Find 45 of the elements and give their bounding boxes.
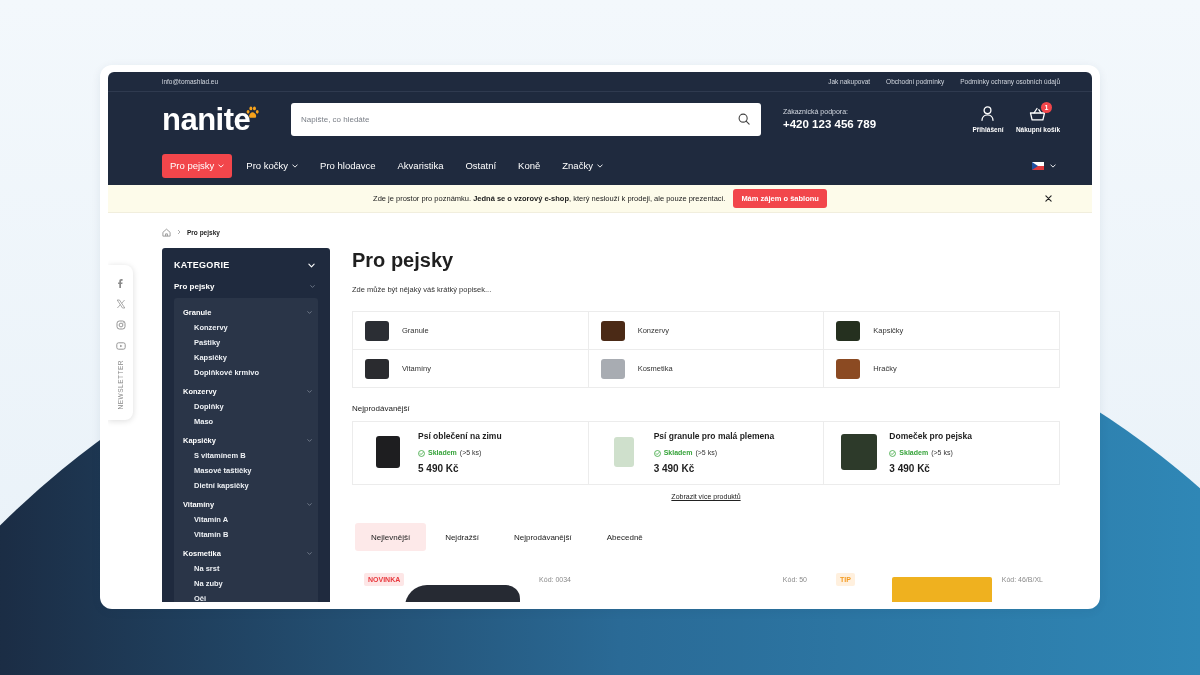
section-heading: Nejprodávanější: [352, 404, 411, 414]
nav-item[interactable]: Pro kočky: [238, 153, 307, 178]
product-name[interactable]: Psí oblečení na zimu: [418, 431, 502, 442]
home-icon[interactable]: [162, 227, 171, 237]
product-price: 5 490 Kč: [418, 463, 460, 475]
product-photo: [836, 358, 861, 379]
sort-tab[interactable]: Abecedně: [590, 523, 659, 551]
close-icon[interactable]: [1045, 195, 1052, 202]
nav-item[interactable]: Ostatní: [457, 153, 505, 178]
user-icon: [981, 105, 995, 121]
nav-item[interactable]: Koně: [510, 153, 549, 178]
nav-item[interactable]: Značky: [554, 153, 611, 178]
product-photo: [613, 437, 634, 467]
logo[interactable]: nanite: [162, 103, 251, 135]
instagram-icon[interactable]: [115, 320, 126, 330]
flag-icon: [1032, 161, 1044, 170]
page-title: Pro pejsky: [352, 248, 455, 272]
phone-number[interactable]: +420 123 456 789: [783, 118, 877, 130]
category-link[interactable]: Pro pejsky: [174, 281, 215, 291]
basket-icon: [1029, 106, 1047, 121]
nav-item[interactable]: Pro pejsky: [162, 153, 233, 178]
product-photo: [365, 358, 389, 379]
sort-tab[interactable]: Nejlevnější: [355, 523, 427, 551]
product-photo: [365, 320, 389, 341]
sort-tab[interactable]: Nejprodávanější: [497, 523, 588, 551]
product-name[interactable]: Domeček pro pejska: [889, 431, 972, 442]
product-photo: [376, 436, 400, 468]
product-photo: [841, 434, 878, 470]
facebook-icon[interactable]: [115, 278, 126, 288]
product-photo: [600, 358, 625, 379]
product-price: 3 490 Kč: [889, 463, 931, 475]
product-name[interactable]: Psí granule pro malá plemena: [653, 431, 775, 442]
product-price: 3 490 Kč: [653, 463, 696, 475]
chevron-right-icon: [177, 229, 181, 235]
x-logo-icon[interactable]: [115, 299, 126, 309]
sidebar-title[interactable]: KATEGORIE: [174, 260, 230, 270]
caret-icon: [1050, 163, 1056, 168]
sort-tab[interactable]: Nejdražší: [429, 523, 495, 551]
search-field[interactable]: Napište, co hledáte: [291, 102, 761, 136]
nav-item[interactable]: Akvaristika: [389, 153, 452, 178]
product-photo: [600, 320, 625, 341]
search-icon[interactable]: [738, 113, 750, 125]
youtube-icon[interactable]: [115, 341, 126, 351]
product-photo: [836, 320, 861, 341]
nav-item[interactable]: Pro hlodavce: [312, 153, 384, 178]
